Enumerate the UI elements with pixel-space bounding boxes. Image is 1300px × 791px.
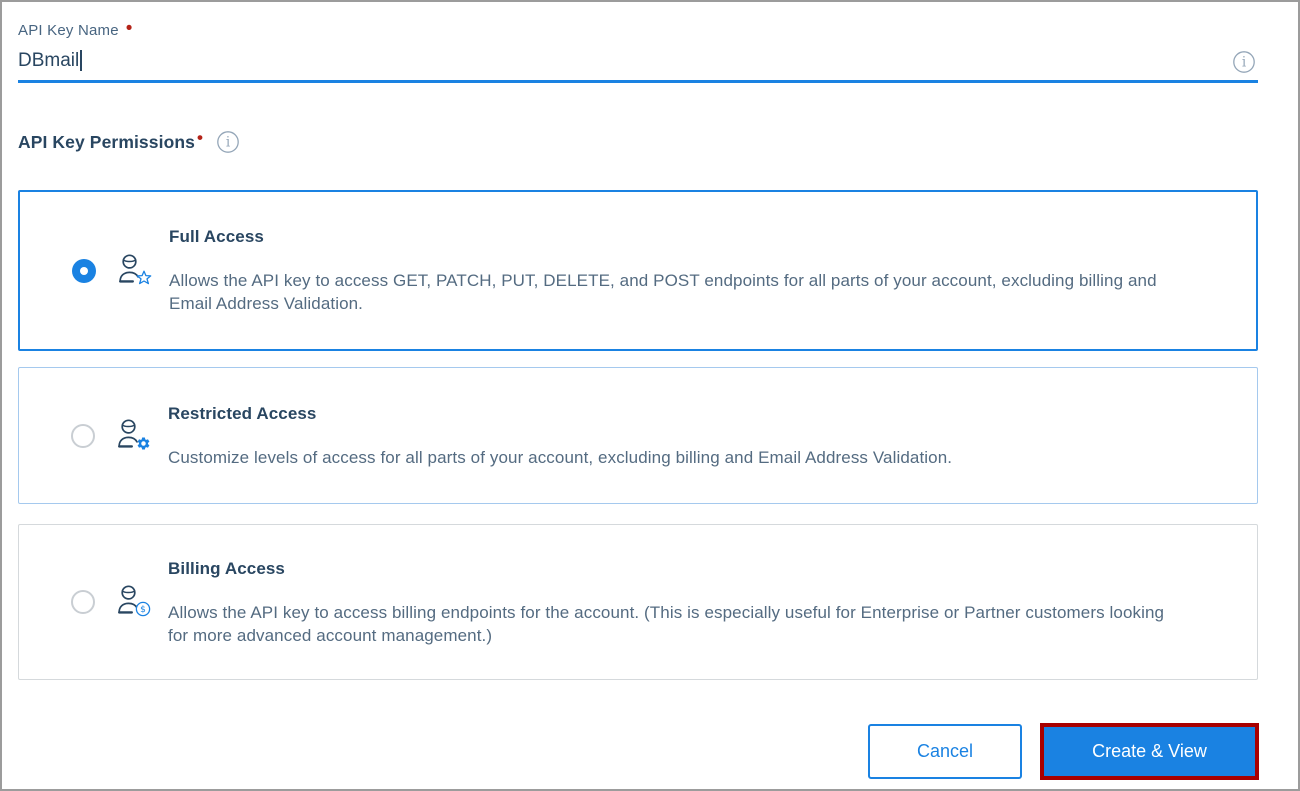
- radio-full-access[interactable]: [72, 258, 96, 283]
- form-actions: Cancel Create & View: [2, 723, 1259, 780]
- create-view-button[interactable]: Create & View: [1044, 727, 1255, 776]
- gear-badge-icon: [136, 436, 151, 456]
- api-key-name-label-text: API Key Name: [18, 22, 119, 39]
- annotation-highlight: Create & View: [1040, 723, 1259, 780]
- api-key-name-field: API Key Name • DBmail i: [18, 19, 1258, 83]
- svg-text:$: $: [140, 605, 146, 615]
- permission-option-full-access[interactable]: Full Access Allows the API key to access…: [18, 190, 1258, 351]
- api-key-name-input[interactable]: DBmail: [18, 48, 1258, 83]
- option-title: Billing Access: [168, 558, 285, 578]
- svg-text:i: i: [1242, 55, 1247, 71]
- cancel-button[interactable]: Cancel: [868, 724, 1022, 779]
- info-icon[interactable]: i: [1232, 50, 1256, 74]
- permission-option-restricted-access[interactable]: Restricted Access Customize levels of ac…: [18, 367, 1258, 504]
- api-key-name-value: DBmail: [18, 49, 80, 71]
- option-description: Allows the API key to access billing end…: [168, 602, 1165, 645]
- person-dollar-icon: $: [112, 583, 151, 622]
- option-text: Restricted Access Customize levels of ac…: [168, 403, 1022, 469]
- text-caret: [80, 50, 83, 71]
- dollar-badge-icon: $: [135, 601, 151, 622]
- api-key-permissions-heading: API Key Permissions • i: [18, 129, 1258, 154]
- radio-restricted-access[interactable]: [71, 423, 95, 448]
- person-star-icon: [113, 252, 152, 291]
- create-api-key-form: API Key Name • DBmail i API Key Permissio…: [0, 0, 1300, 791]
- radio-column: [72, 258, 96, 283]
- required-dot: •: [125, 18, 133, 39]
- radio-billing-access[interactable]: [71, 590, 95, 614]
- option-description: Customize levels of access for all parts…: [168, 447, 953, 467]
- api-key-name-label: API Key Name •: [18, 19, 1258, 40]
- svg-text:i: i: [226, 135, 231, 151]
- option-title: Full Access: [169, 227, 264, 246]
- person-gear-icon: [112, 417, 151, 456]
- option-text: Billing Access Allows the API key to acc…: [168, 558, 1248, 647]
- option-title: Restricted Access: [168, 403, 317, 423]
- option-text: Full Access Allows the API key to access…: [169, 226, 1249, 315]
- radio-column: [71, 590, 95, 614]
- permission-option-billing-access[interactable]: $ Billing Access Allows the API key to a…: [18, 524, 1258, 680]
- radio-column: [71, 423, 95, 448]
- star-badge-icon: [136, 270, 152, 291]
- info-icon[interactable]: i: [216, 130, 240, 154]
- permissions-heading-text: API Key Permissions: [18, 131, 195, 152]
- option-description: Allows the API key to access GET, PATCH,…: [169, 271, 1157, 313]
